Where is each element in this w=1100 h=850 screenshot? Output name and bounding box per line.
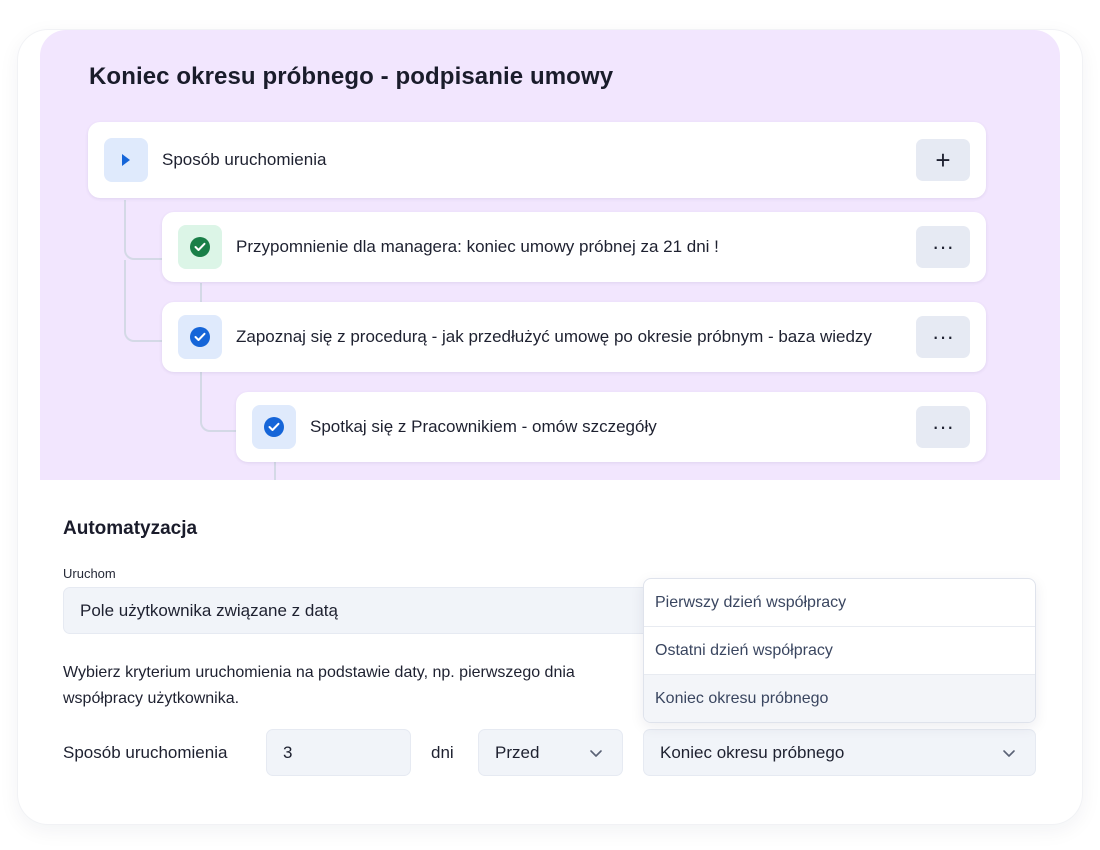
- dropdown-option[interactable]: Ostatni dzień współpracy: [644, 627, 1035, 675]
- workflow-step-label: Spotkaj się z Pracownikiem - omów szczeg…: [310, 417, 657, 436]
- helper-text: Wybierz kryterium uruchomienia na podsta…: [63, 664, 575, 707]
- date-field-dropdown: Pierwszy dzień współpracy Ostatni dzień …: [643, 578, 1036, 723]
- tree-connector: [200, 283, 202, 303]
- tree-connector: [124, 230, 162, 260]
- date-field-select[interactable]: Koniec okresu próbnego: [643, 729, 1036, 776]
- chevron-down-icon: [1003, 750, 1015, 757]
- workflow-panel: Koniec okresu próbnego - podpisanie umow…: [40, 30, 1060, 480]
- workflow-step-label: Zapoznaj się z procedurą - jak przedłuży…: [236, 327, 872, 346]
- trigger-step[interactable]: Sposób uruchomienia +: [88, 122, 986, 198]
- status-icon-wrap: [252, 405, 296, 449]
- more-options-button[interactable]: ···: [916, 226, 970, 268]
- status-icon-wrap: [178, 315, 222, 359]
- tree-connector: [124, 260, 162, 342]
- timing-select-value: Przed: [495, 742, 540, 762]
- date-field-select-value: Koniec okresu próbnego: [660, 742, 845, 762]
- workflow-step[interactable]: Przypomnienie dla managera: koniec umowy…: [162, 212, 986, 282]
- tree-connector: [274, 462, 276, 480]
- timing-select[interactable]: Przed: [478, 729, 623, 776]
- automation-title: Automatyzacja: [63, 518, 198, 539]
- more-options-button[interactable]: ···: [916, 316, 970, 358]
- trigger-mode-label: Sposób uruchomienia: [63, 743, 228, 762]
- days-input[interactable]: 3: [266, 729, 411, 776]
- check-circle-icon: [264, 417, 284, 437]
- trigger-select[interactable]: Pole użytkownika związane z datą: [63, 587, 703, 634]
- tree-connector: [200, 410, 238, 432]
- chevron-down-icon: [590, 750, 602, 757]
- trigger-field-label: Uruchom: [63, 566, 116, 581]
- play-icon: [104, 138, 148, 182]
- dropdown-option[interactable]: Pierwszy dzień współpracy: [644, 579, 1035, 627]
- more-options-button[interactable]: ···: [916, 406, 970, 448]
- dropdown-option-selected[interactable]: Koniec okresu próbnego: [644, 675, 1035, 722]
- add-step-button[interactable]: +: [916, 139, 970, 181]
- check-circle-icon: [190, 237, 210, 257]
- workflow-title: Koniec okresu próbnego - podpisanie umow…: [89, 63, 614, 90]
- workflow-step[interactable]: Spotkaj się z Pracownikiem - omów szczeg…: [236, 392, 986, 462]
- days-unit-label: dni: [431, 743, 454, 762]
- workflow-step-label: Przypomnienie dla managera: koniec umowy…: [236, 237, 719, 256]
- tree-connector: [200, 372, 202, 412]
- trigger-step-label: Sposób uruchomienia: [162, 150, 327, 169]
- workflow-step[interactable]: Zapoznaj się z procedurą - jak przedłuży…: [162, 302, 986, 372]
- status-icon-wrap: [178, 225, 222, 269]
- check-circle-icon: [190, 327, 210, 347]
